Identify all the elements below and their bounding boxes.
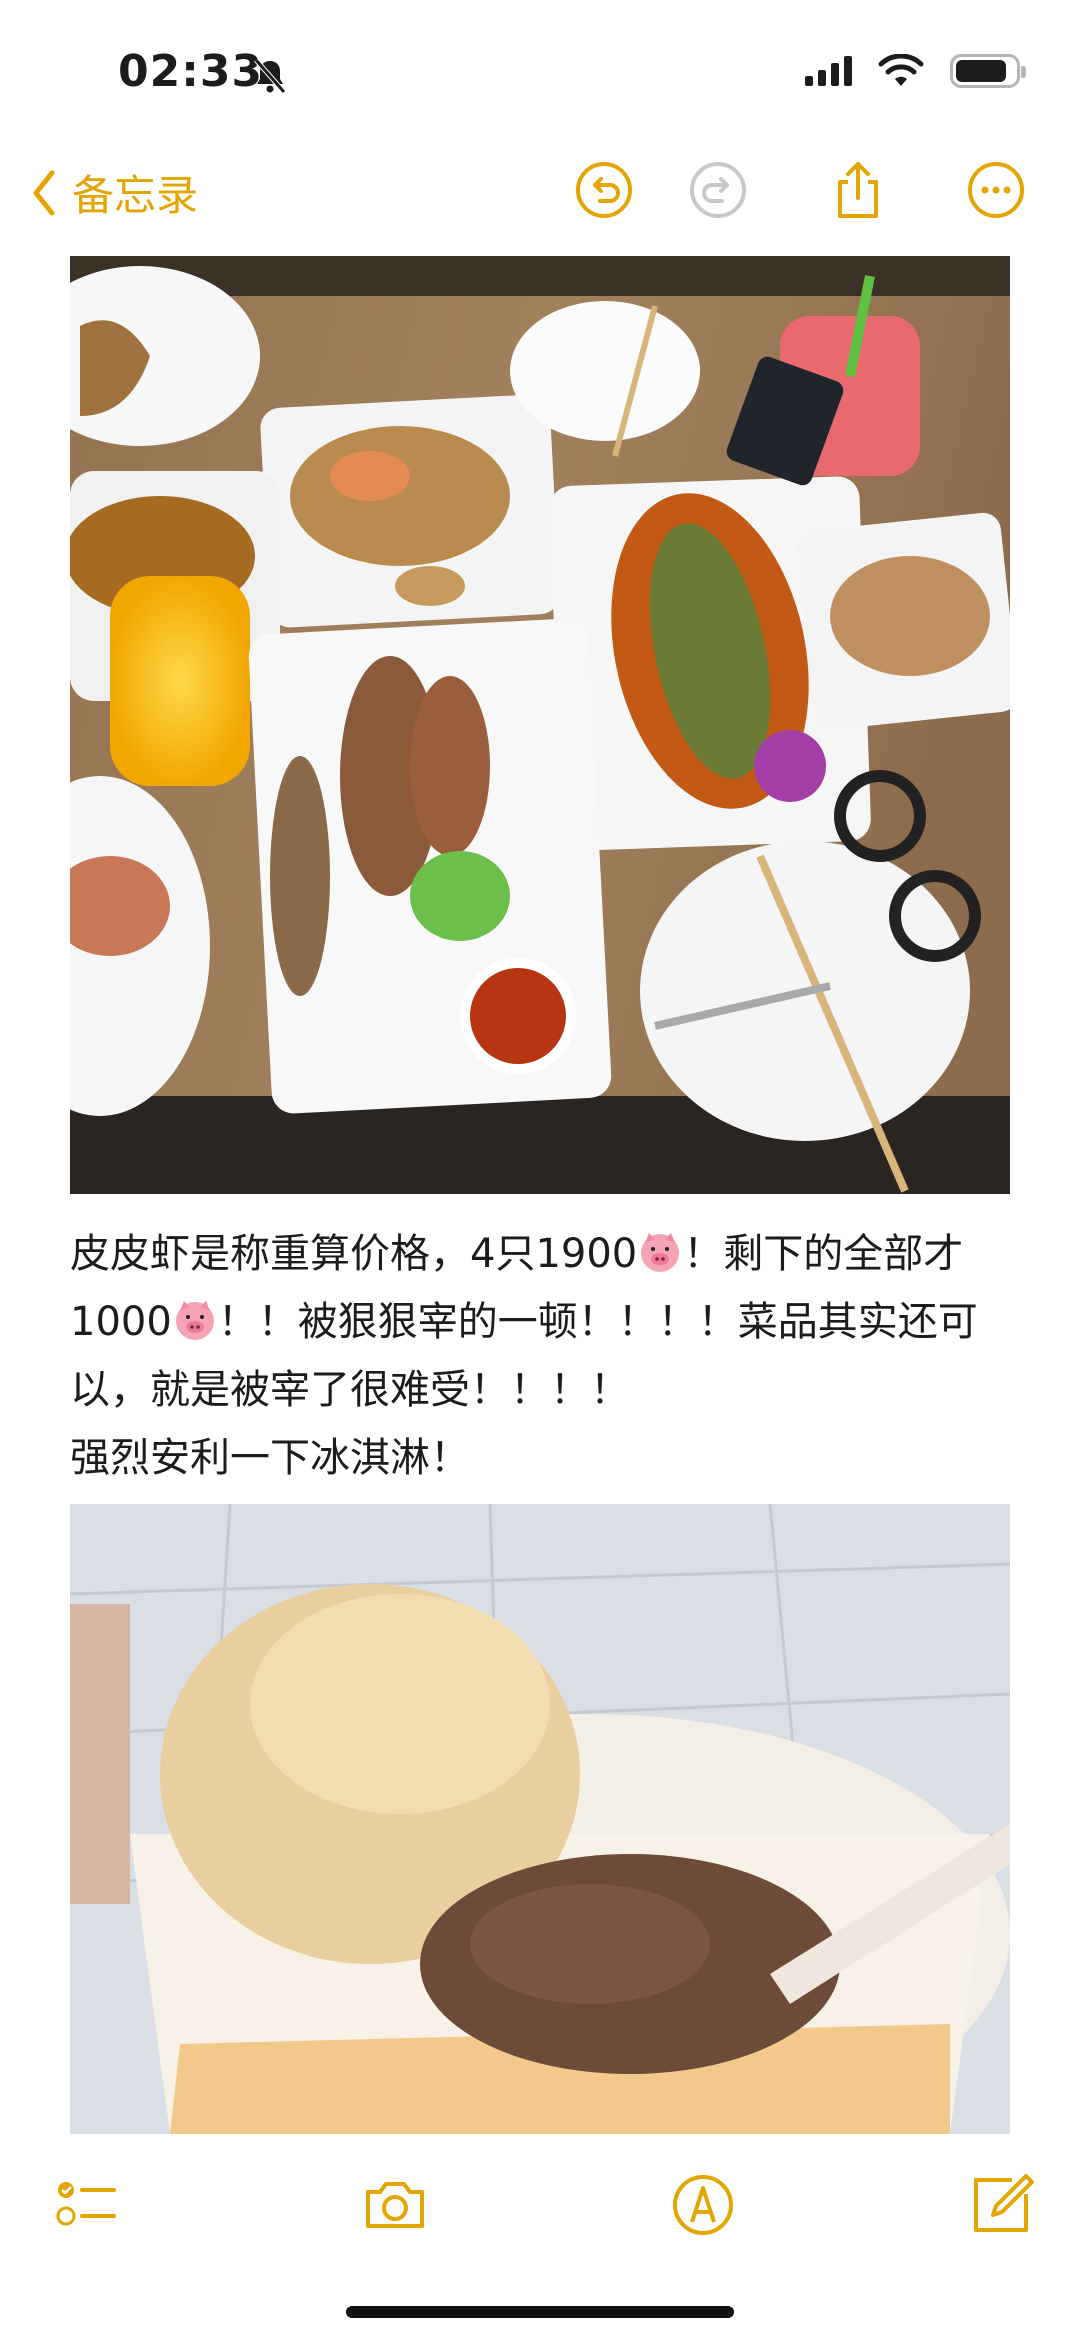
navigation-bar: 备忘录 (0, 150, 1080, 230)
chevron-left-icon (33, 170, 55, 215)
ice-cream-cup-photo[interactable] (70, 1504, 1010, 2134)
camera-icon[interactable] (360, 2170, 430, 2240)
share-icon[interactable] (826, 158, 890, 222)
compose-icon[interactable] (966, 2170, 1036, 2240)
back-label: 备忘录 (72, 171, 199, 220)
undo-icon[interactable] (572, 158, 636, 222)
bell-slash-icon (254, 58, 286, 94)
cellular-signal-icon (805, 56, 852, 86)
battery-icon (950, 54, 1026, 88)
home-indicator[interactable] (346, 2306, 734, 2318)
back-button[interactable]: 备忘录 (30, 162, 198, 223)
pig-face-emoji-icon (175, 1301, 214, 1340)
checklist-icon[interactable] (52, 2170, 122, 2240)
status-bar: 02:33 (0, 0, 1080, 150)
note-body[interactable]: 皮皮虾是称重算价格，4只1900 ！剩下的全部才1000 ！！被狠狠宰的一顿！！！！… (70, 1220, 1030, 1492)
more-icon[interactable] (964, 158, 1028, 222)
status-time: 02:33 (118, 46, 264, 97)
note-paragraph: 强烈安利一下冰淇淋！ (70, 1435, 470, 1481)
note-paragraph: 皮皮虾是称重算价格，4只1900 ！剩下的全部才1000 ！！被狠狠宰的一顿！！！！… (70, 1220, 1030, 1424)
text-run: 皮皮虾是称重算价格，4只1900 (70, 1231, 638, 1277)
markup-pen-icon[interactable] (668, 2170, 738, 2240)
pig-face-emoji-icon (641, 1233, 680, 1272)
redo-icon[interactable] (686, 158, 750, 222)
thai-seafood-dinner-photo[interactable] (70, 256, 1010, 1194)
wifi-icon (878, 54, 924, 86)
